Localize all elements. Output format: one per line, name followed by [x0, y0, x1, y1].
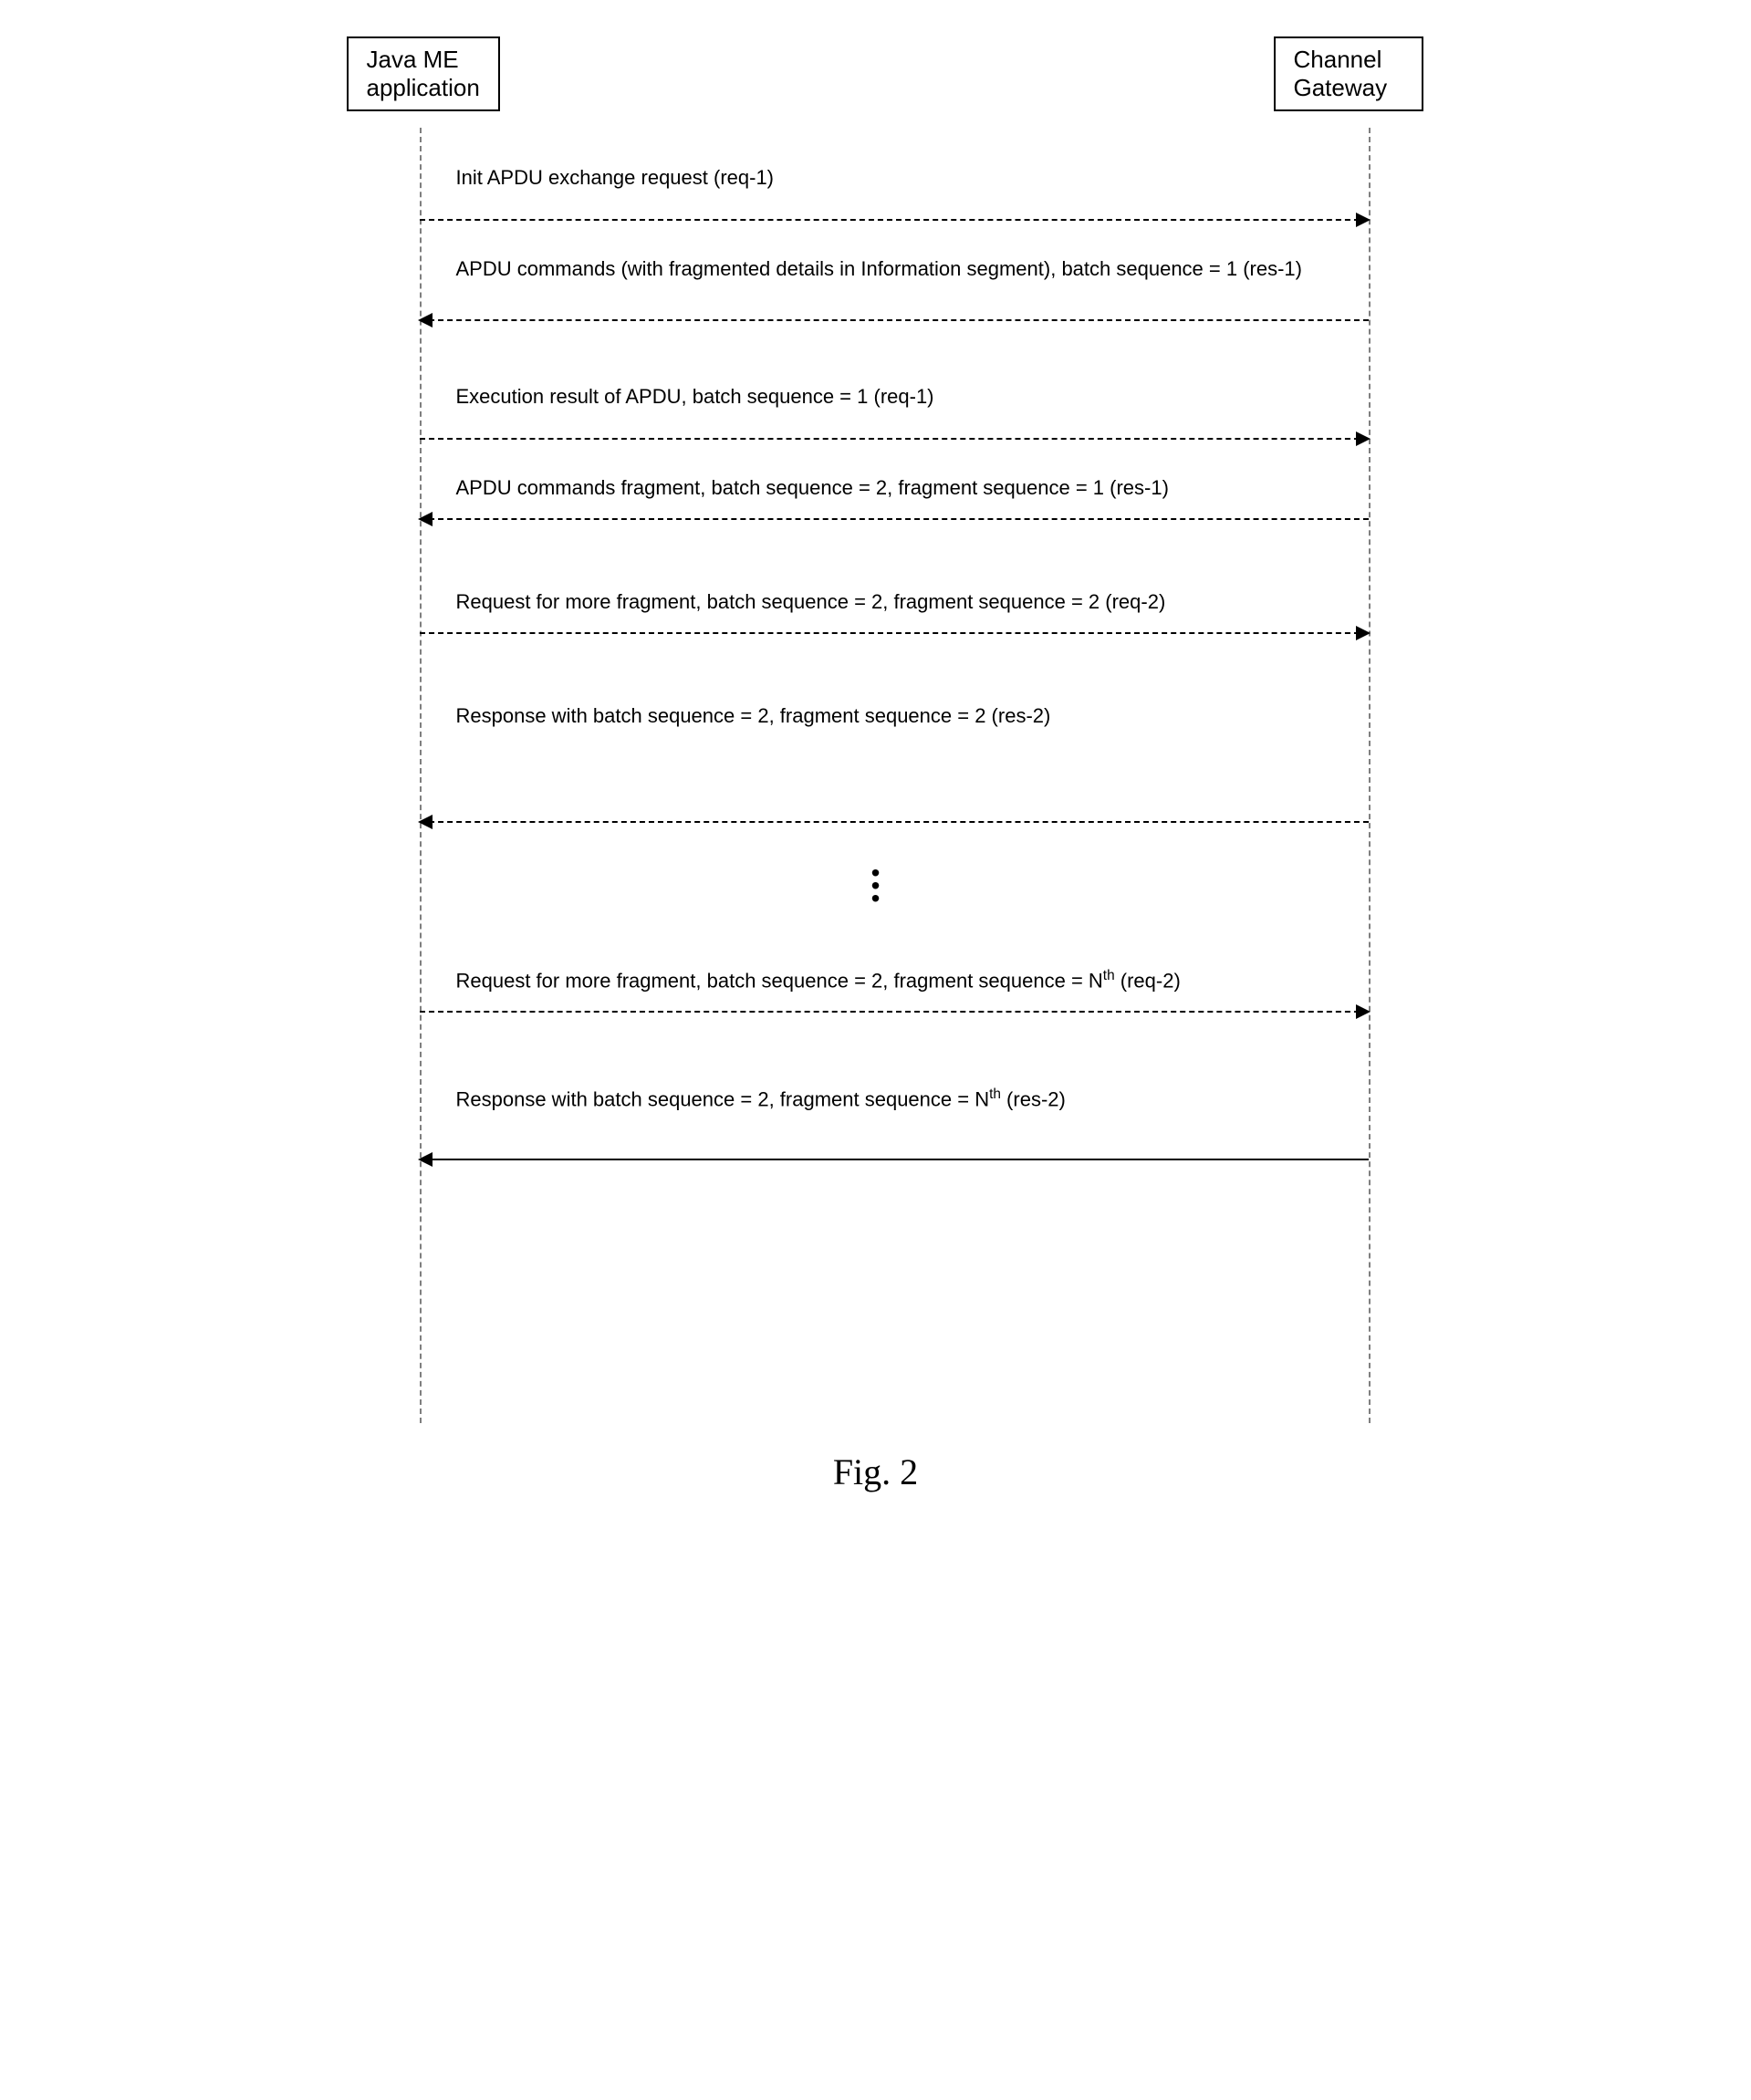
message-8-label: Response with batch sequence = 2, fragme… — [456, 1086, 1341, 1113]
message-7-pre: Request for more fragment, batch sequenc… — [456, 969, 1103, 992]
message-6: Response with batch sequence = 2, fragme… — [420, 702, 1369, 821]
lifeline-right — [1369, 128, 1371, 1423]
message-7: Request for more fragment, batch sequenc… — [420, 967, 1369, 1011]
sequence-diagram: Java ME application Channel Gateway Init… — [328, 36, 1423, 1423]
superscript-th: th — [989, 1086, 1001, 1102]
message-2-label: APDU commands (with fragmented details i… — [456, 255, 1341, 283]
superscript-th: th — [1103, 968, 1115, 983]
message-7-post: (req-2) — [1115, 969, 1181, 992]
message-5-label: Request for more fragment, batch sequenc… — [456, 588, 1341, 616]
message-5: Request for more fragment, batch sequenc… — [420, 588, 1369, 632]
message-2: APDU commands (with fragmented details i… — [420, 255, 1369, 319]
message-1-label: Init APDU exchange request (req-1) — [456, 164, 1341, 192]
message-6-label: Response with batch sequence = 2, fragme… — [456, 702, 1341, 730]
participant-right: Channel Gateway — [1274, 36, 1423, 111]
participant-right-label: Channel Gateway — [1294, 46, 1388, 101]
message-1: Init APDU exchange request (req-1) — [420, 164, 1369, 219]
message-7-label: Request for more fragment, batch sequenc… — [456, 967, 1341, 994]
message-3-label: Execution result of APDU, batch sequence… — [456, 383, 1341, 411]
message-4: APDU commands fragment, batch sequence =… — [420, 474, 1369, 518]
vertical-ellipsis-icon: ••• — [871, 867, 881, 905]
participant-left-label: Java ME application — [367, 46, 480, 101]
participant-left: Java ME application — [347, 36, 500, 111]
message-8-pre: Response with batch sequence = 2, fragme… — [456, 1087, 990, 1110]
figure-label: Fig. 2 — [36, 1450, 1715, 1493]
message-3: Execution result of APDU, batch sequence… — [420, 383, 1369, 438]
message-8: Response with batch sequence = 2, fragme… — [420, 1086, 1369, 1159]
message-8-post: (res-2) — [1001, 1087, 1066, 1110]
message-4-label: APDU commands fragment, batch sequence =… — [456, 474, 1341, 502]
